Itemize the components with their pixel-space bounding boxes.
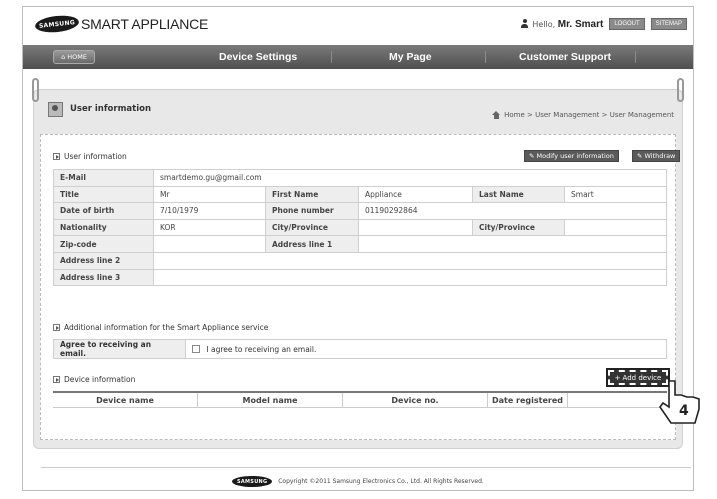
content-panel: User information Home > User Management …	[32, 78, 684, 449]
table-row: Address line 2	[53, 251, 667, 270]
zip-value	[153, 235, 266, 253]
main-nav: ⌂ HOME Device Settings My Page Customer …	[23, 45, 693, 69]
modify-label: Modify user information	[536, 152, 614, 160]
greeting-text: Hello,	[532, 19, 556, 29]
greeting: Hello, Mr. Smart	[520, 18, 604, 30]
nav-divider	[331, 51, 332, 63]
edit-icon: ✎	[529, 152, 537, 160]
breadcrumb: Home > User Management > User Management	[492, 111, 674, 119]
user-name: Mr. Smart	[557, 18, 604, 30]
home-icon	[492, 111, 501, 119]
home-label: HOME	[67, 53, 87, 61]
footer-samsung-logo-icon: SAMSUNG	[232, 476, 273, 487]
step-number: 4	[679, 403, 689, 419]
dob-label: Date of birth	[53, 202, 154, 220]
column-header: Device no.	[343, 393, 488, 407]
modify-user-button[interactable]: ✎ Modify user information	[524, 150, 619, 162]
addr3-label: Address line 3	[53, 268, 154, 287]
user-area: Hello, Mr. Smart LOGOUT SITEMAP	[520, 18, 687, 30]
plus-icon: +	[614, 373, 621, 382]
city-label: City/Province	[265, 218, 359, 237]
column-header: Device name	[53, 393, 198, 407]
last-name-value: Smart	[564, 185, 667, 204]
withdraw-button[interactable]: ✎ Withdraw	[632, 150, 681, 162]
add-device-label: Add device	[622, 373, 662, 382]
city2-value	[564, 218, 667, 237]
first-name-label: First Name	[265, 185, 359, 204]
table-row: Agree to receiving an email. I agree to …	[53, 339, 667, 359]
column-header	[568, 393, 667, 407]
agree-label: Agree to receiving an email.	[53, 339, 186, 359]
section-title: User information	[64, 152, 127, 161]
section-device-info: Device information	[53, 375, 135, 384]
samsung-logo-icon: SAMSUNG	[34, 13, 80, 35]
zip-label: Zip-code	[53, 235, 154, 253]
section-user-info: User information	[53, 152, 127, 161]
email-value: smartdemo.gu@gmail.com	[153, 169, 667, 187]
table-row: Zip-code Address line 1	[53, 235, 667, 253]
table-row: E-Mail smartdemo.gu@gmail.com	[53, 169, 667, 187]
panel-header: User information Home > User Management …	[34, 90, 682, 130]
agree-cell: I agree to receiving an email.	[185, 339, 667, 359]
city2-label: City/Province	[472, 218, 565, 237]
app-frame: SAMSUNG SMART APPLIANCE Hello, Mr. Smart…	[22, 6, 700, 491]
addr1-value	[358, 235, 667, 253]
brand-logo[interactable]: SAMSUNG SMART APPLIANCE	[34, 13, 209, 35]
column-header: Date registered	[488, 393, 568, 407]
nationality-value: KOR	[153, 218, 266, 237]
phone-label: Phone number	[265, 202, 359, 220]
section-arrow-icon	[53, 153, 60, 160]
copyright-text: Copyright ©2011 Samsung Electronics Co.,…	[278, 478, 484, 485]
title-value: Mr	[153, 185, 266, 204]
table-row: Title Mr First Name Appliance Last Name …	[53, 185, 667, 204]
section-title: Device information	[64, 375, 136, 384]
title-label: Title	[53, 185, 154, 204]
withdraw-label: Withdraw	[644, 152, 676, 160]
breadcrumb-text[interactable]: Home > User Management > User Management	[504, 111, 674, 119]
table-row: Nationality KOR City/Province City/Provi…	[53, 218, 667, 237]
sitemap-button[interactable]: SITEMAP	[650, 18, 687, 30]
user-icon	[520, 18, 528, 28]
section-title: Additional information for the Smart App…	[64, 323, 269, 332]
column-header: Model name	[198, 393, 343, 407]
nav-customer-support[interactable]: Customer Support	[519, 51, 611, 63]
page-title: User information	[70, 104, 152, 114]
home-icon: ⌂	[61, 53, 66, 61]
section-arrow-icon	[53, 376, 60, 383]
nationality-label: Nationality	[53, 218, 154, 237]
addr3-value	[153, 268, 667, 287]
nav-divider	[635, 51, 636, 63]
email-label: E-Mail	[53, 169, 154, 187]
section-arrow-icon	[53, 324, 60, 331]
footer-divider	[41, 467, 691, 468]
form-area: User information ✎ Modify user informati…	[40, 134, 681, 440]
phone-value: 01190292864	[358, 202, 667, 220]
nav-divider	[485, 51, 486, 63]
pointer-hand-icon: 4	[659, 380, 700, 424]
agree-table: Agree to receiving an email. I agree to …	[53, 339, 667, 359]
nav-device-settings[interactable]: Device Settings	[219, 51, 297, 63]
table-row: Date of birth 7/10/1979 Phone number 011…	[53, 202, 667, 220]
footer: SAMSUNG Copyright ©2011 Samsung Electron…	[23, 476, 693, 487]
addr2-label: Address line 2	[53, 251, 154, 270]
table-row: Address line 3	[53, 268, 667, 287]
first-name-value: Appliance	[358, 185, 473, 204]
logout-button[interactable]: LOGOUT	[609, 18, 645, 30]
user-profile-icon	[48, 102, 63, 117]
home-button[interactable]: ⌂ HOME	[53, 50, 95, 64]
user-info-table: E-Mail smartdemo.gu@gmail.com Title Mr F…	[53, 169, 667, 287]
withdraw-icon: ✎	[637, 152, 645, 160]
top-bar: SAMSUNG SMART APPLIANCE Hello, Mr. Smart…	[23, 7, 693, 45]
city-value	[358, 218, 473, 237]
brand-title: SMART APPLIANCE	[81, 16, 209, 32]
addr2-value	[153, 251, 667, 270]
last-name-label: Last Name	[472, 185, 565, 204]
addr1-label: Address line 1	[265, 235, 359, 253]
device-table-header: Device name Model name Device no. Date r…	[53, 391, 667, 408]
agree-email-checkbox[interactable]	[192, 344, 200, 353]
agree-checkbox-label[interactable]: I agree to receiving an email.	[206, 345, 316, 354]
dob-value: 7/10/1979	[153, 202, 266, 220]
nav-my-page[interactable]: My Page	[389, 51, 432, 63]
section-additional-info: Additional information for the Smart App…	[53, 323, 268, 332]
